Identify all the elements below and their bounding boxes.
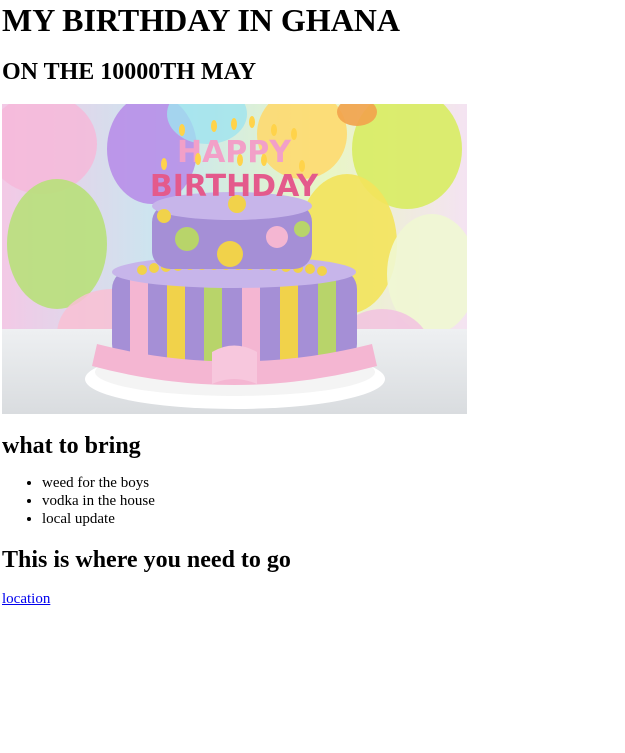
list-item: vodka in the house <box>42 492 625 510</box>
page-subtitle: ON THE 10000TH MAY <box>2 59 257 85</box>
directions-heading: This is where you need to go <box>2 547 291 573</box>
page-title: MY BIRTHDAY IN GHANA <box>2 2 401 38</box>
page: MY BIRTHDAY IN GHANA ON THE 10000TH MAY <box>0 0 625 753</box>
bring-list: weed for the boys vodka in the house loc… <box>2 474 625 528</box>
cake-text-bottom: BIRTHDAY <box>150 169 320 204</box>
list-item: weed for the boys <box>42 474 625 492</box>
list-item: local update <box>42 510 625 528</box>
cake-text-top: HAPPY <box>177 135 292 170</box>
location-paragraph: location <box>2 590 625 608</box>
location-link[interactable]: location <box>2 591 50 607</box>
birthday-cake-image: HAPPY BIRTHDAY <box>2 104 467 414</box>
bring-heading: what to bring <box>2 433 141 459</box>
